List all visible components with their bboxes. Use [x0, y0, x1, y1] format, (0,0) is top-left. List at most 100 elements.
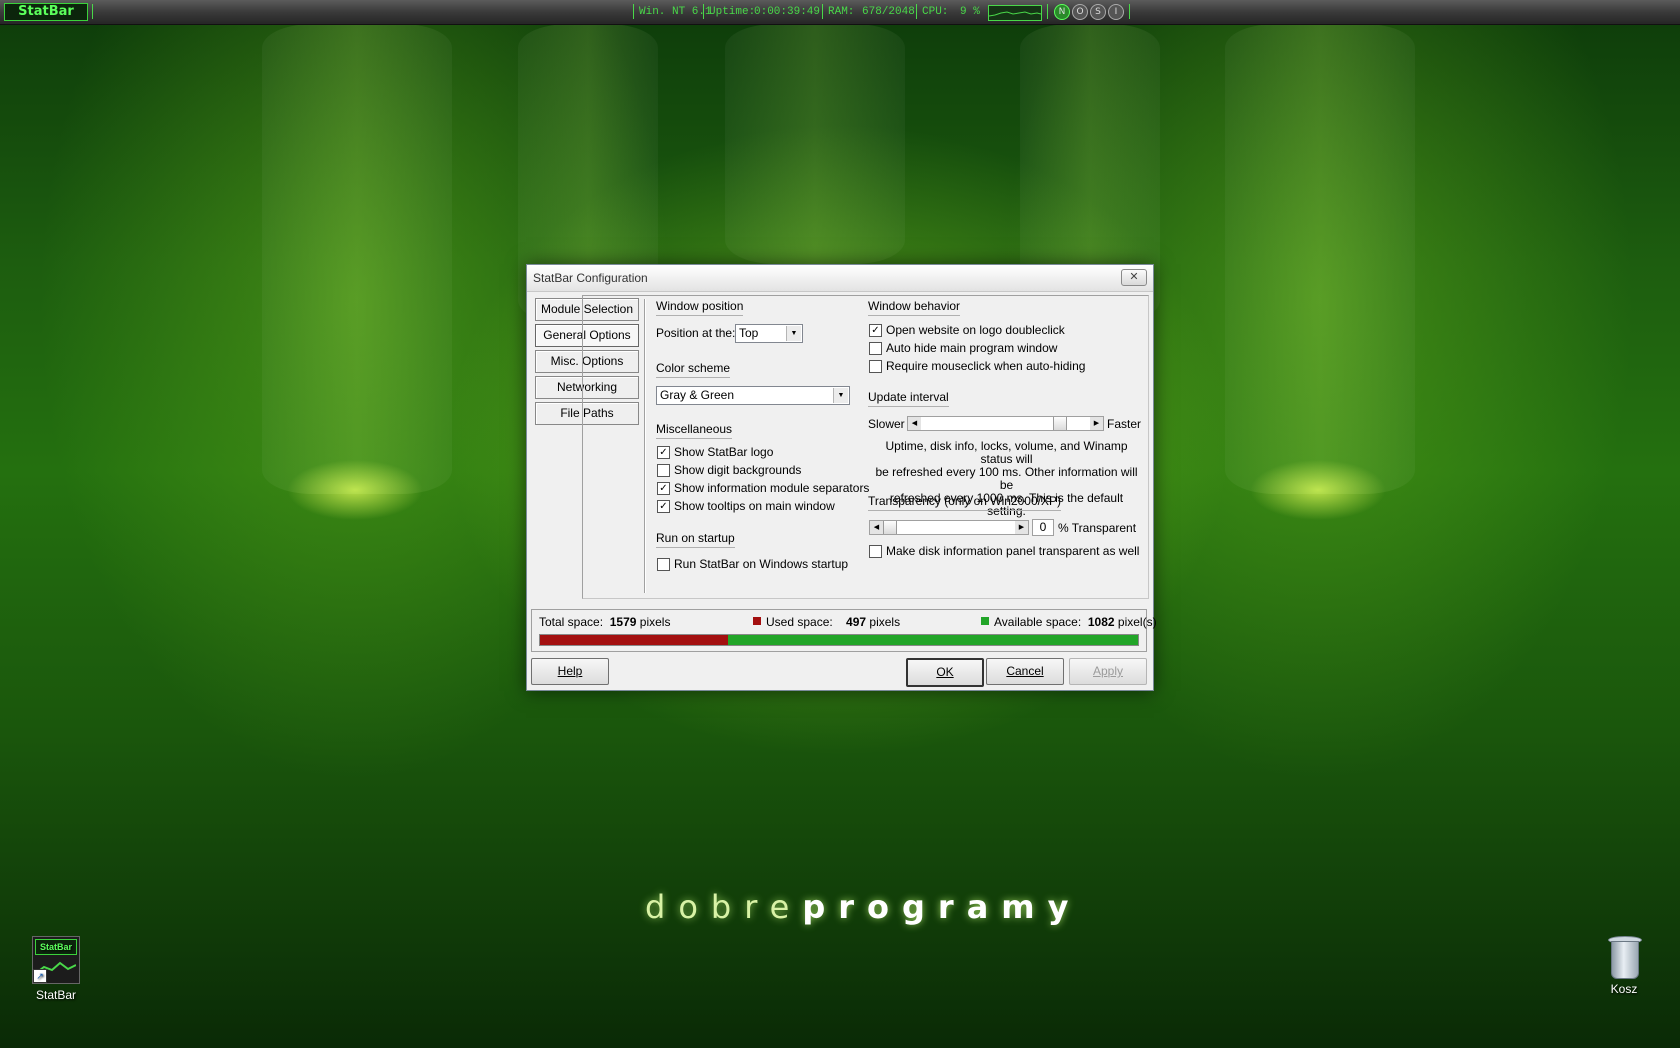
- network-button-icon[interactable]: N: [1054, 4, 1070, 20]
- update-interval-heading: Update interval: [868, 390, 949, 407]
- window-behavior-heading: Window behavior: [868, 299, 961, 316]
- brand-light: dobre: [645, 888, 803, 926]
- panel-divider: [644, 299, 645, 593]
- checkbox-label: Show information module separators: [674, 481, 870, 495]
- ram-label: RAM:: [828, 6, 855, 18]
- used-space-value: 497: [846, 615, 867, 629]
- uptime-value: 0:00:39:49: [754, 6, 821, 18]
- close-icon[interactable]: ✕: [1121, 269, 1147, 286]
- checkbox-label: Show StatBar logo: [674, 445, 774, 459]
- available-space-unit: pixel(s): [1117, 615, 1157, 629]
- checkbox-box: ✓: [869, 324, 882, 337]
- cpu-graph-line: [988, 11, 1042, 17]
- total-space-label: Total space:: [539, 615, 604, 629]
- arrow-left-icon[interactable]: ◀: [870, 521, 883, 534]
- checkbox-box: [869, 360, 882, 373]
- chevron-down-icon: ▼: [833, 388, 848, 403]
- total-space-unit: pixels: [639, 615, 671, 629]
- statbar-mini-logo: StatBar: [35, 939, 77, 955]
- arrow-right-icon[interactable]: ▶: [1090, 417, 1103, 430]
- checkbox-box: ✓: [657, 482, 670, 495]
- total-space: Total space: 1579 pixels: [539, 615, 670, 629]
- cancel-button[interactable]: Cancel: [986, 658, 1064, 685]
- transparent-suffix: % Transparent: [1058, 521, 1137, 535]
- miscellaneous-heading: Miscellaneous: [656, 422, 733, 439]
- desktop-icon-label: Kosz: [1610, 982, 1638, 996]
- cpu-graph: [988, 5, 1042, 21]
- arrow-right-icon[interactable]: ▶: [1015, 521, 1028, 534]
- checkbox-box: [869, 545, 882, 558]
- statbar-logo[interactable]: StatBar: [4, 3, 88, 21]
- transparency-slider[interactable]: ◀ ▶: [869, 520, 1029, 535]
- wallpaper-brand: dobreprogramy: [645, 888, 1082, 926]
- separator: [703, 4, 704, 19]
- description-line: be refreshed every 100 ms. Other informa…: [875, 465, 1138, 492]
- help-button[interactable]: Help: [531, 658, 609, 685]
- used-space-swatch: [753, 617, 761, 625]
- os-version: Win. NT 6.1: [639, 6, 712, 18]
- checkbox-label: Show digit backgrounds: [674, 463, 802, 477]
- ok-button[interactable]: OK: [906, 658, 984, 687]
- window-position-heading: Window position: [656, 299, 744, 316]
- used-space-fill: [540, 635, 729, 645]
- separator: [1129, 4, 1130, 19]
- available-space-swatch: [981, 617, 989, 625]
- space-usage-bar: [539, 634, 1139, 646]
- shortcut-arrow-icon: ↗: [33, 969, 47, 983]
- wallpaper-column: [1225, 24, 1415, 494]
- used-space: Used space: 497 pixels: [766, 615, 900, 629]
- checkbox-box: [657, 558, 670, 571]
- checkbox-label: Run StatBar on Windows startup: [674, 557, 849, 571]
- run-on-startup-heading: Run on startup: [656, 531, 735, 548]
- checkbox-label: Open website on logo doubleclick: [886, 323, 1065, 337]
- dialog-title: StatBar Configuration: [533, 271, 648, 285]
- checkbox-label: Require mouseclick when auto-hiding: [886, 359, 1086, 373]
- transparency-value-field[interactable]: 0: [1032, 519, 1054, 536]
- checkbox-label: Make disk information panel transparent …: [886, 544, 1140, 558]
- separator: [633, 4, 634, 19]
- slider-thumb[interactable]: [883, 521, 897, 534]
- faster-label: Faster: [1107, 417, 1142, 431]
- separator: [92, 4, 93, 19]
- desktop-icon-statbar[interactable]: StatBar ↗ StatBar: [16, 936, 96, 1002]
- info-button-icon[interactable]: I: [1108, 4, 1124, 20]
- separator: [822, 4, 823, 19]
- used-space-label: Used space:: [766, 615, 833, 629]
- desktop-icon-recycle-bin[interactable]: Kosz: [1584, 936, 1664, 996]
- wallpaper-column: [725, 24, 905, 264]
- separator: [1047, 4, 1048, 19]
- used-space-unit: pixels: [869, 615, 901, 629]
- brand-bold: programy: [802, 888, 1082, 926]
- checkbox-box: [869, 342, 882, 355]
- cpu-label: CPU:: [922, 6, 949, 18]
- available-space: Available space: 1082 pixel(s): [994, 615, 1157, 629]
- settings-button-icon[interactable]: S: [1090, 4, 1106, 20]
- slider-thumb[interactable]: [1053, 417, 1067, 430]
- chevron-down-icon: ▼: [786, 326, 801, 341]
- uptime-label: Uptime:: [709, 6, 756, 18]
- arrow-left-icon[interactable]: ◀: [908, 417, 921, 430]
- ram-value: 678/2048: [862, 6, 915, 18]
- apply-button[interactable]: Apply: [1069, 658, 1147, 685]
- button-label: Help: [557, 664, 583, 678]
- description-line: Uptime, disk info, locks, volume, and Wi…: [885, 439, 1128, 466]
- checkbox-box: ✓: [657, 500, 670, 513]
- options-button-icon[interactable]: O: [1072, 4, 1088, 20]
- transparency-heading: Transparency (only on Win2000/XP): [868, 494, 1061, 511]
- checkbox-box: ✓: [657, 446, 670, 459]
- dialog-titlebar[interactable]: StatBar Configuration ✕: [527, 265, 1153, 292]
- button-label: OK: [936, 665, 954, 679]
- checkbox-label: Auto hide main program window: [886, 341, 1058, 355]
- position-select[interactable]: Top ▼: [735, 324, 803, 343]
- color-scheme-select[interactable]: Gray & Green ▼: [656, 386, 850, 405]
- wallpaper-column: [262, 24, 452, 494]
- position-label: Position at the:: [656, 326, 736, 340]
- position-value: Top: [739, 326, 759, 340]
- checkbox-label: Show tooltips on main window: [674, 499, 835, 513]
- update-interval-slider[interactable]: ◀ ▶: [907, 416, 1104, 431]
- checkbox-box: [657, 464, 670, 477]
- separator: [916, 4, 917, 19]
- button-label: Apply: [1092, 664, 1124, 678]
- available-space-label: Available space:: [994, 615, 1082, 629]
- color-scheme-value: Gray & Green: [660, 388, 735, 402]
